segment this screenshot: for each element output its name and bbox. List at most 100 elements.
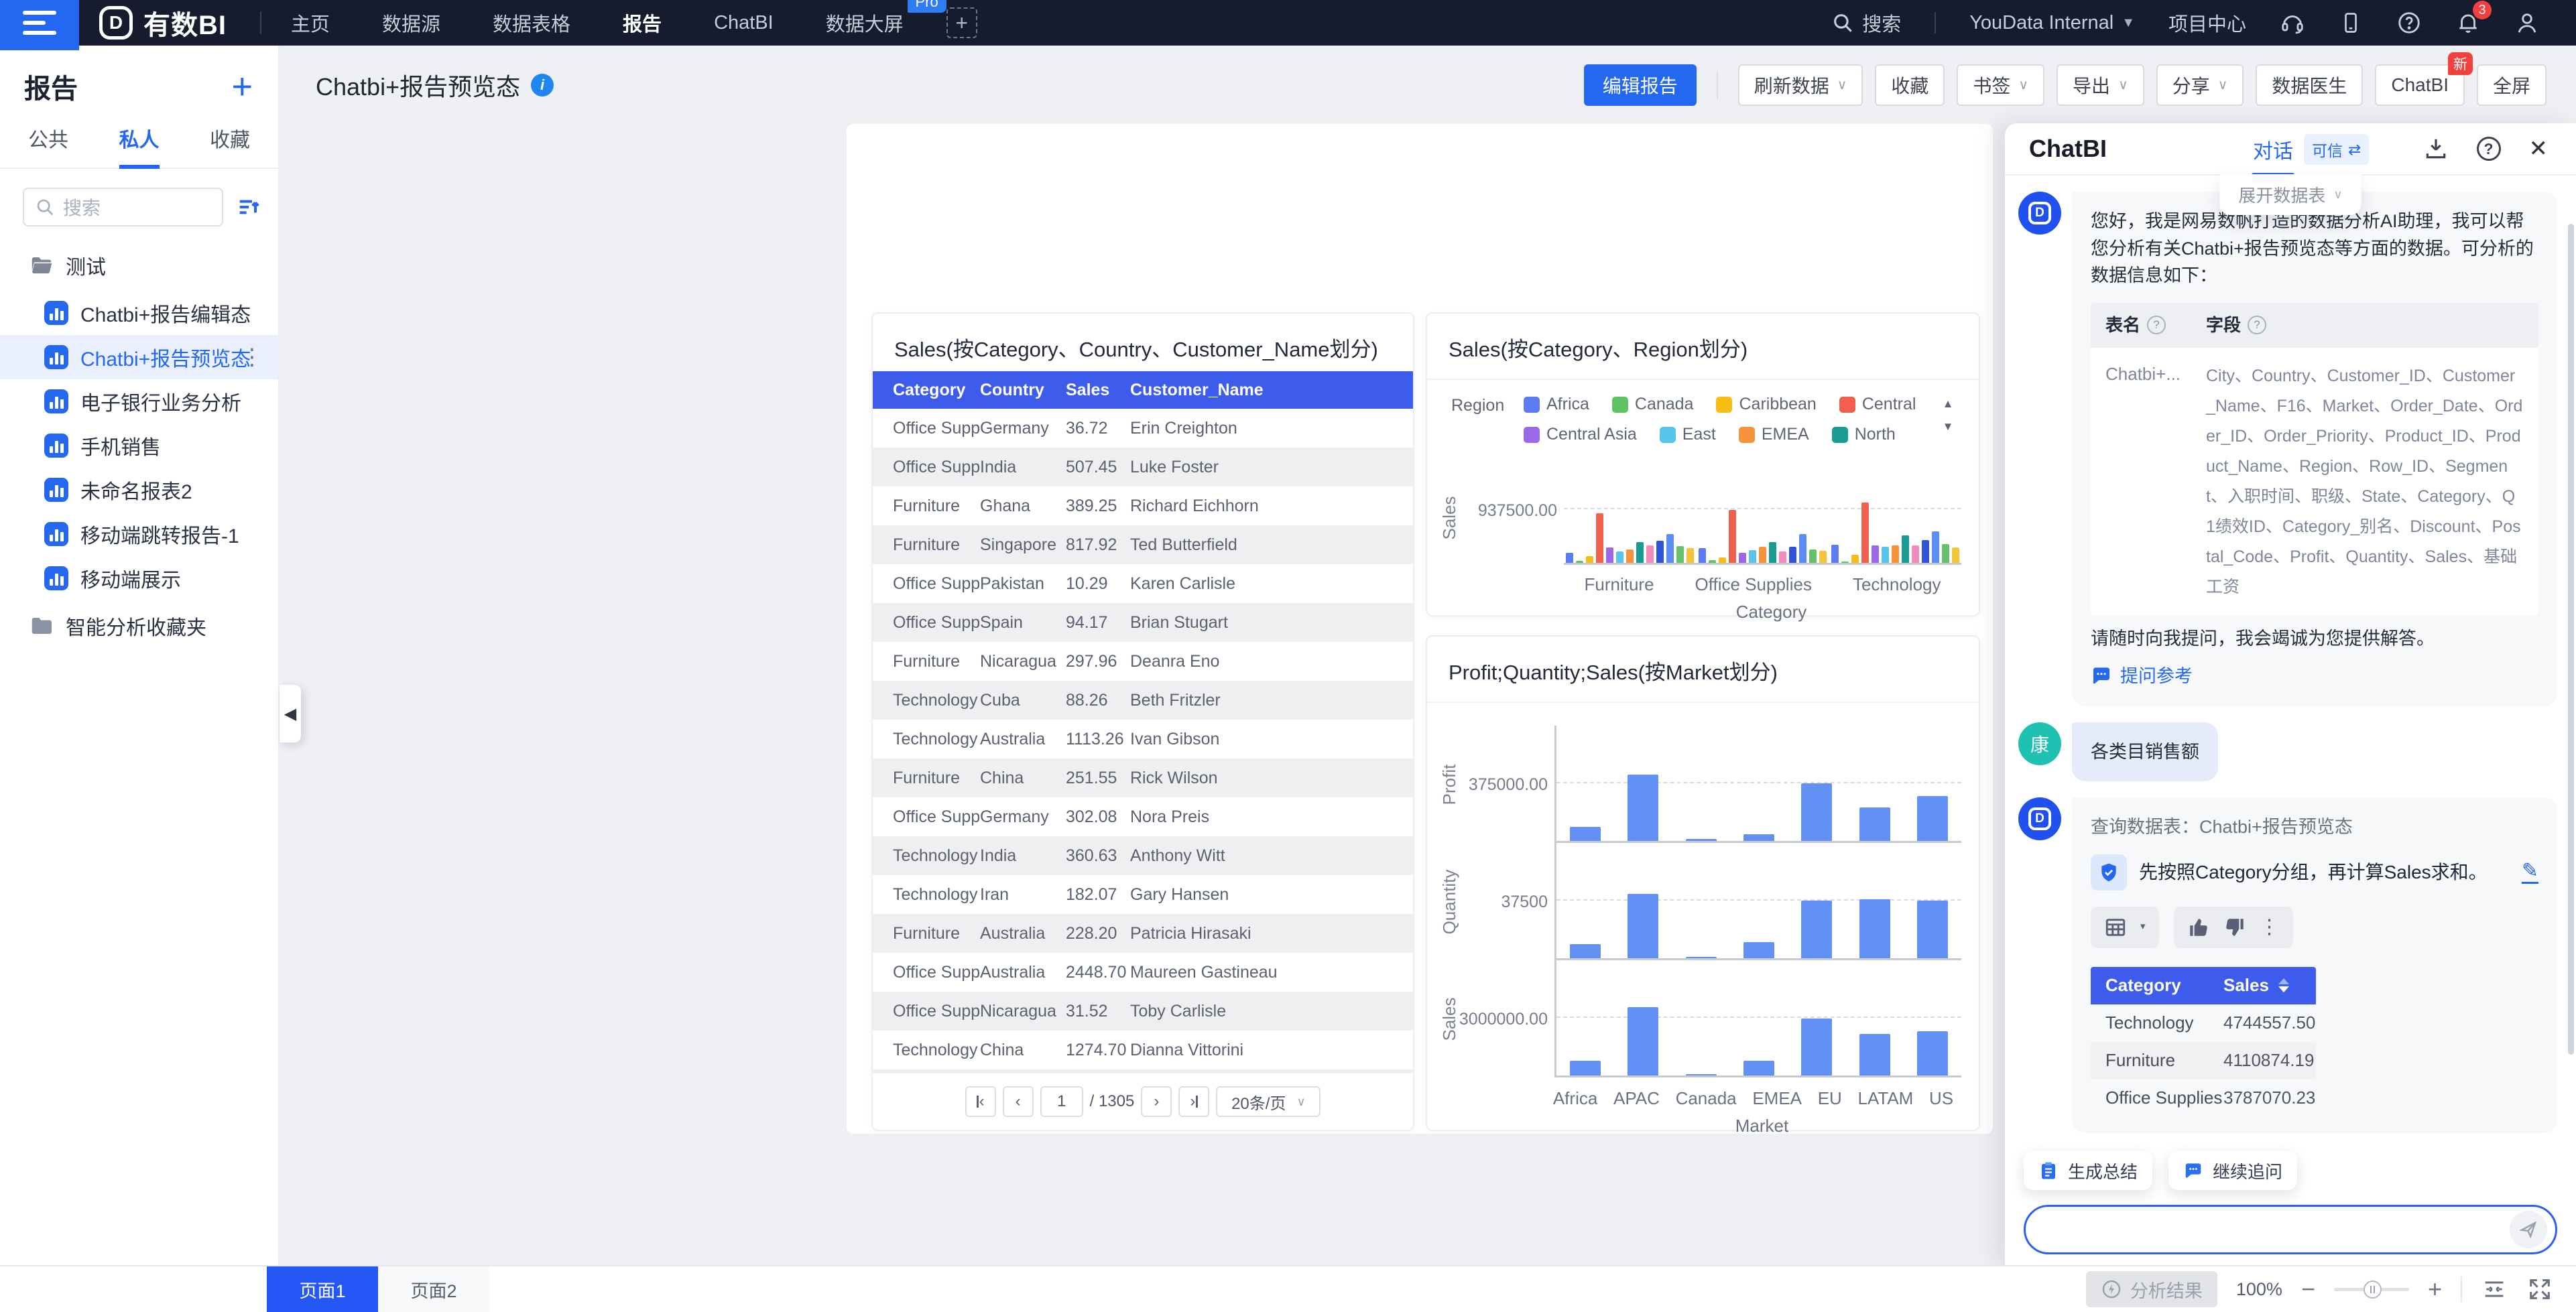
result-row[interactable]: Furniture4110874.19 [2091,1042,2316,1079]
last-page-button[interactable]: › [1178,1086,1209,1117]
sidebar-item-Chatbi+报告预览态[interactable]: Chatbi+报告预览态⋮ [0,335,278,379]
sidebar-item-电子银行业务分析[interactable]: 电子银行业务分析 [0,379,278,423]
column-header-Sales[interactable]: Sales [1066,371,1130,409]
table-row[interactable]: Office SuppliesIndia507.45Luke Foster [873,448,1413,486]
sidebar-tab-私人[interactable]: 私人 [119,123,160,169]
table-row[interactable]: FurnitureChina251.55Rick Wilson [873,759,1413,797]
folder-test[interactable]: 测试 [0,240,278,291]
table-row[interactable]: Office SuppliesAustralia2448.70Maureen G… [873,953,1413,992]
facet-plot-area[interactable] [1554,726,1961,843]
legend-item-Caribbean[interactable]: Caribbean [1716,395,1816,414]
table-row[interactable]: FurnitureSingapore817.92Ted Butterfield [873,525,1413,564]
sidebar-tab-公共[interactable]: 公共 [28,123,68,168]
nav-item-数据源[interactable]: 数据源 [382,9,440,37]
sidebar-item-手机销售[interactable]: 手机销售 [0,423,278,468]
toolbar-button-收藏[interactable]: 收藏 [1875,64,1945,106]
nav-item-数据表格[interactable]: 数据表格 [493,9,570,37]
prev-page-button[interactable]: ‹ [1003,1086,1034,1117]
legend-item-Canada[interactable]: Canada [1612,395,1694,414]
table-row[interactable]: Office SuppliesSpain94.17Brian Stugart [873,603,1413,642]
send-button[interactable] [2510,1211,2547,1248]
nav-item-数据大屏[interactable]: 数据大屏Pro [826,9,904,37]
result-row[interactable]: Office Supplies3787070.23 [2091,1079,2316,1117]
bar-group-Technology[interactable] [1831,503,1959,563]
table-row[interactable]: TechnologyIndia360.63Anthony Witt [873,836,1413,875]
table-row[interactable]: TechnologyCuba88.26Beth Fritzler [873,681,1413,720]
toolbar-button-数据医生[interactable]: 数据医生 [2256,64,2363,106]
table-row[interactable]: Office SuppliesPakistan10.29Karen Carlis… [873,564,1413,603]
legend-item-EMEA[interactable]: EMEA [1739,425,1809,444]
sidebar-item-移动端跳转报告-1[interactable]: 移动端跳转报告-1 [0,512,278,556]
action-pill-继续追问[interactable]: 继续追问 [2168,1151,2297,1190]
result-row[interactable]: Technology4744557.50 [2091,1004,2316,1042]
chat-input[interactable] [2024,1205,2557,1254]
analysis-result-button[interactable]: 分析结果 [2086,1271,2217,1307]
fit-width-icon[interactable] [2481,1276,2508,1303]
mobile-device-icon[interactable] [2339,11,2363,35]
table-row[interactable]: FurnitureAustralia228.20Patricia Hirasak… [873,914,1413,953]
nav-item-报告[interactable]: 报告 [623,9,662,37]
help-icon[interactable]: ? [2248,316,2266,334]
column-header-Customer_Name[interactable]: Customer_Name [1130,371,1413,409]
legend-scroll-down-icon[interactable]: ▼ [1943,420,1954,434]
data-table[interactable]: CategoryCountrySalesCustomer_Name Office… [873,371,1413,1073]
item-more-icon[interactable]: ⋮ [241,344,263,371]
sidebar-item-移动端展示[interactable]: 移动端展示 [0,556,278,600]
info-icon[interactable]: i [531,74,554,96]
toolbar-button-全屏[interactable]: 全屏 [2477,64,2547,106]
table-row[interactable]: TechnologyIran182.07Gary Hansen [873,875,1413,914]
chart1-plot-area[interactable] [1564,471,1961,565]
legend-item-Central Asia[interactable]: Central Asia [1524,425,1637,444]
facet-plot-area[interactable] [1554,960,1961,1077]
bar-group-Office Supplies[interactable] [1699,510,1827,563]
table-row[interactable]: FurnitureNicaragua297.96Deanra Eno [873,642,1413,681]
sort-icon[interactable] [2278,978,2289,992]
column-header-Country[interactable]: Country [980,371,1066,409]
table-row[interactable]: TechnologyChina1274.70Dianna Vittorini [873,1031,1413,1069]
next-page-button[interactable]: › [1141,1086,1172,1117]
page-tab-页面2[interactable]: 页面2 [378,1266,489,1312]
page-number-input[interactable]: 1 [1040,1086,1083,1117]
new-report-button[interactable]: + [231,73,253,100]
first-page-button[interactable]: ‹ [965,1086,996,1117]
add-module-button[interactable]: + [946,7,977,38]
toolbar-button-导出[interactable]: 导出∨ [2057,64,2144,106]
ask-reference-link[interactable]: 提问参考 [2091,663,2538,690]
table-row[interactable]: Office SuppliesGermany36.72Erin Creighto… [873,409,1413,448]
bar-group-Furniture[interactable] [1566,513,1694,563]
expand-datatable-pill[interactable]: 展开数据表∨ [2219,174,2361,215]
support-headset-icon[interactable] [2280,10,2305,36]
zoom-slider[interactable] [2334,1288,2409,1291]
zoom-slider-thumb[interactable] [2364,1281,2382,1299]
thumbs-down-icon[interactable] [2223,916,2246,939]
sidebar-collapse-handle[interactable]: ◀ [280,685,301,742]
toolbar-button-分享[interactable]: 分享∨ [2156,64,2244,106]
sidebar-item-未命名报表2[interactable]: 未命名报表2 [0,468,278,512]
tab-dialog[interactable]: 对话 [2253,123,2293,176]
action-pill-生成总结[interactable]: 生成总结 [2024,1151,2152,1190]
notifications-button[interactable]: 3 [2455,10,2481,36]
help-icon[interactable]: ? [2477,137,2501,161]
page-size-select[interactable]: 20条/页 ∨ [1216,1086,1321,1117]
table-row[interactable]: Office SuppliesGermany302.08Nora Preis [873,797,1413,836]
sidebar-search-input[interactable]: 搜索 [23,188,223,226]
legend-item-North[interactable]: North [1832,425,1896,444]
project-center-link[interactable]: 项目中心 [2168,9,2246,37]
facet-plot-area[interactable] [1554,843,1961,960]
table-row[interactable]: FurnitureGhana389.25Richard Eichhorn [873,486,1413,525]
fullscreen-icon[interactable] [2526,1276,2553,1303]
help-icon[interactable] [2396,10,2422,36]
zoom-out-button[interactable]: − [2301,1275,2315,1303]
hamburger-menu-button[interactable] [0,0,79,50]
sort-order-icon[interactable] [235,194,262,220]
trust-mode-badge[interactable]: 可信⇄ [2304,134,2369,165]
legend-scroll-up-icon[interactable]: ▲ [1943,397,1954,411]
chat-scrollbar[interactable] [2568,224,2574,1055]
user-avatar-icon[interactable] [2514,10,2540,36]
nav-item-ChatBI[interactable]: ChatBI [714,12,774,34]
sidebar-tab-收藏[interactable]: 收藏 [210,123,250,168]
table-row[interactable]: Office SuppliesNicaragua31.52Toby Carlis… [873,992,1413,1031]
toolbar-button-刷新数据[interactable]: 刷新数据∨ [1738,64,1863,106]
workspace-switcher[interactable]: YouData Internal ▼ [1969,12,2135,34]
close-icon[interactable]: ✕ [2529,135,2549,162]
